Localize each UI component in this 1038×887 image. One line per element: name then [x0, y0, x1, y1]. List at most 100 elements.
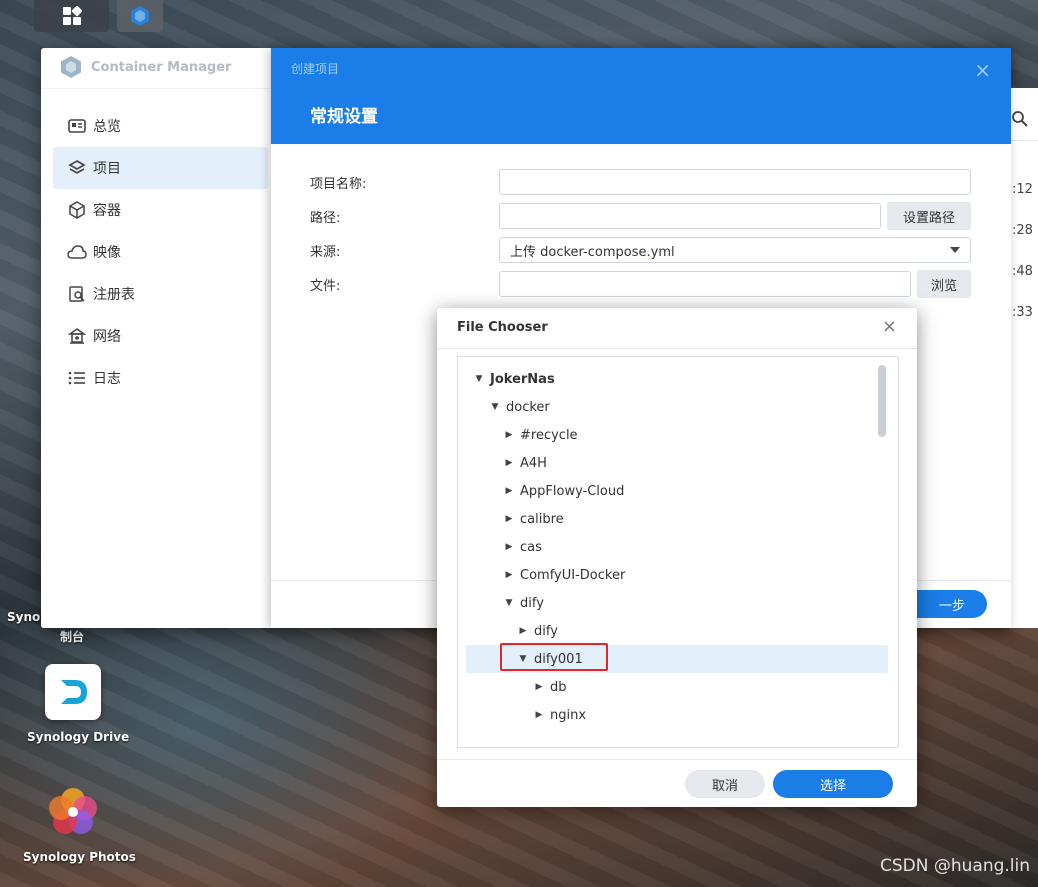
caret-right-icon[interactable]: ▶	[534, 710, 544, 720]
caret-right-icon[interactable]: ▶	[504, 514, 514, 524]
chevron-down-icon	[950, 247, 960, 253]
taskbar-container-manager[interactable]	[117, 0, 163, 32]
caret-down-icon[interactable]: ▼	[474, 374, 484, 384]
tree-node[interactable]: ▶ ComfyUI-Docker	[504, 561, 626, 589]
source-label: 来源:	[310, 244, 341, 260]
desktop-label-partial: Synol	[7, 610, 45, 624]
close-icon[interactable]: ×	[974, 58, 991, 82]
tree-node-label: docker	[506, 399, 550, 415]
tree-node[interactable]: ▶ #recycle	[504, 421, 578, 449]
folder-tree: ▼ JokerNas ▼ docker ▶ #recycle ▶ A4H ▶ A…	[457, 356, 899, 748]
tree-node[interactable]: ▶ cas	[504, 533, 542, 561]
overview-icon	[67, 116, 87, 136]
tree-node-label: #recycle	[520, 427, 578, 443]
box-icon	[67, 200, 87, 220]
file-row: 文件: 浏览	[310, 270, 972, 298]
browse-button[interactable]: 浏览	[917, 270, 971, 298]
project-name-label: 项目名称:	[310, 176, 367, 192]
synology-photos-label: Synology Photos	[23, 850, 136, 864]
tree-node-label: db	[550, 679, 567, 695]
set-path-button[interactable]: 设置路径	[887, 202, 971, 230]
grid-icon	[62, 6, 82, 25]
list-time: :28	[1012, 223, 1033, 238]
tree-node[interactable]: ▶ db	[534, 673, 567, 701]
caret-right-icon[interactable]: ▶	[518, 626, 528, 636]
sidebar-item-label: 网络	[93, 329, 121, 345]
tree-scrollbar[interactable]	[878, 365, 886, 437]
caret-right-icon[interactable]: ▶	[504, 430, 514, 440]
source-select-value: 上传 docker-compose.yml	[510, 244, 675, 260]
file-chooser-header: File Chooser ×	[437, 308, 917, 349]
caret-down-icon[interactable]: ▼	[490, 402, 500, 412]
caret-right-icon[interactable]: ▶	[504, 542, 514, 552]
photos-flower-icon	[49, 788, 97, 834]
path-row: 路径: 设置路径	[310, 202, 972, 230]
close-icon[interactable]: ×	[882, 316, 897, 337]
tree-node-label: ComfyUI-Docker	[520, 567, 626, 583]
synology-photos-icon[interactable]	[45, 784, 101, 840]
sidebar-item-project[interactable]: 项目	[53, 147, 268, 189]
sidebar-item-label: 注册表	[93, 287, 135, 303]
sidebar-item-container[interactable]: 容器	[53, 189, 268, 231]
sidebar-item-log[interactable]: 日志	[53, 357, 268, 399]
sidebar-item-label: 日志	[93, 371, 121, 387]
annotation-highlight-box	[500, 643, 608, 671]
tree-node[interactable]: ▼ docker	[490, 393, 550, 421]
caret-right-icon[interactable]: ▶	[504, 570, 514, 580]
container-manager-icon	[131, 6, 149, 26]
cloud-icon	[67, 242, 87, 262]
network-icon	[67, 326, 87, 346]
tree-node-label: cas	[520, 539, 542, 555]
main-menu-button[interactable]	[34, 0, 109, 32]
tree-node[interactable]: ▶ nginx	[534, 701, 587, 729]
source-select[interactable]: 上传 docker-compose.yml	[499, 237, 971, 263]
list-time: :48	[1012, 264, 1033, 279]
watermark: CSDN @huang.lin	[880, 856, 1031, 876]
sidebar: 总览 项目 容器 映像 注册表 网络 日志	[41, 88, 271, 628]
caret-down-icon[interactable]: ▼	[504, 598, 514, 608]
desktop-label-partial: 制台	[60, 630, 85, 644]
file-chooser-dialog: File Chooser × ▼ JokerNas ▼ docker ▶ #re…	[437, 308, 917, 807]
sidebar-item-label: 项目	[93, 161, 121, 177]
sidebar-item-network[interactable]: 网络	[53, 315, 268, 357]
registry-icon	[67, 284, 87, 304]
dialog-subtitle: 创建项目	[291, 62, 340, 76]
background-list-panel: :12 :28 :48 :33	[1011, 88, 1038, 628]
tree-node[interactable]: ▼ JokerNas	[474, 365, 555, 393]
caret-right-icon[interactable]: ▶	[504, 486, 514, 496]
source-row: 来源: 上传 docker-compose.yml	[310, 236, 972, 264]
list-icon	[67, 368, 87, 388]
tree-node[interactable]: ▶ A4H	[504, 449, 547, 477]
taskbar	[0, 0, 1038, 34]
sidebar-item-overview[interactable]: 总览	[53, 105, 268, 147]
sidebar-item-image[interactable]: 映像	[53, 231, 268, 273]
drive-logo-icon	[61, 680, 87, 704]
window-header: Container Manager	[41, 48, 281, 86]
project-name-input[interactable]	[499, 169, 971, 195]
tree-node[interactable]: ▶ dify	[518, 617, 558, 645]
list-time: :33	[1012, 305, 1033, 320]
dialog-header: 创建项目 常规设置 ×	[271, 48, 1011, 144]
path-input[interactable]	[499, 203, 881, 229]
layers-icon	[67, 158, 87, 178]
select-button[interactable]: 选择	[773, 770, 893, 798]
file-input[interactable]	[499, 271, 911, 297]
caret-right-icon[interactable]: ▶	[504, 458, 514, 468]
dialog-title: 常规设置	[310, 107, 378, 127]
file-label: 文件:	[310, 278, 341, 294]
tree-node[interactable]: ▼ dify	[504, 589, 544, 617]
tree-node[interactable]: ▶ AppFlowy-Cloud	[504, 477, 625, 505]
list-time: :12	[1012, 182, 1033, 197]
sidebar-item-label: 容器	[93, 203, 121, 219]
sidebar-item-label: 映像	[93, 245, 121, 261]
tree-node-label: dify	[534, 623, 558, 639]
tree-node-label: A4H	[520, 455, 547, 471]
search-icon[interactable]	[1011, 110, 1029, 128]
caret-right-icon[interactable]: ▶	[534, 682, 544, 692]
sidebar-item-label: 总览	[93, 119, 121, 135]
synology-drive-icon[interactable]	[45, 664, 101, 720]
cancel-button[interactable]: 取消	[685, 770, 765, 798]
sidebar-item-registry[interactable]: 注册表	[53, 273, 268, 315]
tree-node[interactable]: ▶ calibre	[504, 505, 564, 533]
tree-node-label: dify	[520, 595, 544, 611]
